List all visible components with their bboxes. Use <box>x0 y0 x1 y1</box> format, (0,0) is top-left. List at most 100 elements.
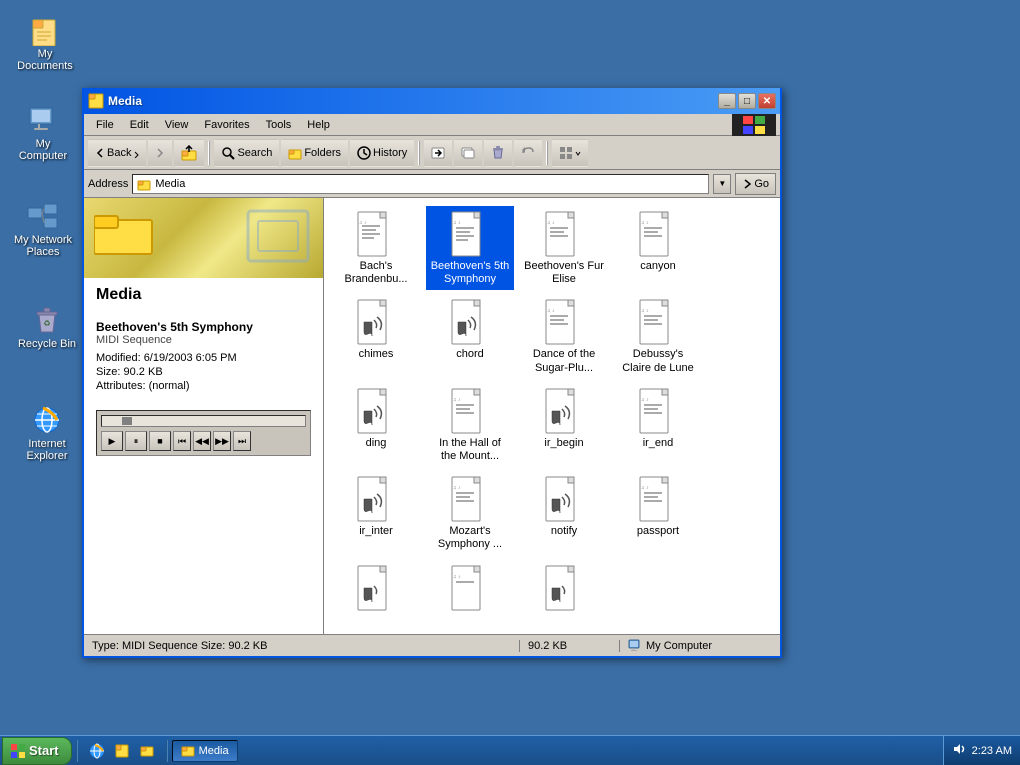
quick-launch-3[interactable] <box>136 740 158 762</box>
file-icon: ♫ ♪ <box>638 475 678 523</box>
skip-forward-button[interactable]: ⏭ <box>233 431 251 451</box>
rewind-button[interactable]: ◀◀ <box>193 431 211 451</box>
svg-text:♫ ♪: ♫ ♪ <box>453 574 461 580</box>
file-icon: ♫ ♪ <box>450 564 490 612</box>
svg-text:♻: ♻ <box>43 319 50 328</box>
forward-button[interactable] <box>148 139 172 167</box>
media-taskbar-icon <box>181 744 195 758</box>
file-item[interactable]: ♫ ♪ canyon <box>614 206 702 290</box>
file-item[interactable]: ir_begin <box>520 383 608 467</box>
menu-tools[interactable]: Tools <box>258 117 300 133</box>
file-item[interactable]: ♫ ♪ Beethoven's 5th Symphony <box>426 206 514 290</box>
up-button[interactable] <box>174 139 204 167</box>
selected-file-type: MIDI Sequence <box>96 334 311 346</box>
file-item[interactable]: ♫ ♪ Mozart's Symphony ... <box>426 471 514 555</box>
file-item[interactable]: ♫ ♪ Beethoven's Fur Elise <box>520 206 608 290</box>
menu-file[interactable]: File <box>88 117 122 133</box>
pause-button[interactable]: ⏸ <box>125 431 147 451</box>
media-progress[interactable] <box>101 415 306 427</box>
undo-button[interactable] <box>514 139 542 167</box>
window-controls: _ □ ✕ <box>718 93 776 109</box>
file-item[interactable]: ir_inter <box>332 471 420 555</box>
file-icon <box>356 387 396 435</box>
copy-to-button[interactable] <box>454 139 482 167</box>
close-button[interactable]: ✕ <box>758 93 776 109</box>
address-input[interactable]: Media <box>132 174 709 194</box>
svg-text:♫ ♪: ♫ ♪ <box>453 397 461 403</box>
fast-forward-button[interactable]: ▶▶ <box>213 431 231 451</box>
stop-button[interactable]: ■ <box>149 431 171 451</box>
file-item[interactable]: chord <box>426 294 514 378</box>
file-item[interactable]: notify <box>520 471 608 555</box>
file-item[interactable]: ♫ ♪ ir_end <box>614 383 702 467</box>
svg-text:♫ ♪: ♫ ♪ <box>547 308 555 314</box>
selected-file-modified: Modified: 6/19/2003 6:05 PM <box>96 352 311 364</box>
quick-launch <box>82 740 162 762</box>
desktop-icon-my-documents[interactable]: My Documents <box>10 10 80 76</box>
folders-button[interactable]: Folders <box>281 139 348 167</box>
desktop-icon-network-places[interactable]: My Network Places <box>8 196 78 262</box>
delete-button[interactable] <box>484 139 512 167</box>
file-item[interactable]: ♫ ♪ Debussy's Claire de Lune <box>614 294 702 378</box>
go-button[interactable]: Go <box>735 173 776 195</box>
file-name: canyon <box>640 260 675 273</box>
file-item[interactable]: ♫ ♪ In the Hall of the Mount... <box>426 383 514 467</box>
selected-file-size: Size: 90.2 KB <box>96 366 311 378</box>
menu-help[interactable]: Help <box>299 117 338 133</box>
maximize-button[interactable]: □ <box>738 93 756 109</box>
skip-back-button[interactable]: ⏮ <box>173 431 191 451</box>
status-left: Type: MIDI Sequence Size: 90.2 KB <box>84 640 520 652</box>
menu-favorites[interactable]: Favorites <box>196 117 257 133</box>
file-item[interactable]: ♫ ♪ Dance of the Sugar-Plu... <box>520 294 608 378</box>
file-icon <box>544 475 584 523</box>
file-name: Beethoven's 5th Symphony <box>430 260 510 286</box>
volume-icon[interactable] <box>952 742 966 759</box>
selected-file-name: Beethoven's 5th Symphony <box>96 320 311 334</box>
file-item[interactable] <box>332 560 420 618</box>
desktop-icon-recycle-bin[interactable]: ♻ Recycle Bin <box>12 300 82 354</box>
file-name: ir_end <box>643 437 674 450</box>
folder-title: Media <box>84 278 323 312</box>
file-icon: ♫ ♪ <box>544 210 584 258</box>
folder-header <box>84 198 323 278</box>
file-item[interactable]: chimes <box>332 294 420 378</box>
toolbar-separator-1 <box>208 141 210 165</box>
my-documents-icon <box>29 14 61 46</box>
history-button[interactable]: History <box>350 139 414 167</box>
search-button[interactable]: Search <box>214 139 279 167</box>
svg-text:♫ ♪: ♫ ♪ <box>453 220 461 226</box>
back-button[interactable]: Back <box>88 139 146 167</box>
toolbar: Back Search Folders <box>84 136 780 170</box>
file-item[interactable]: ♫ ♪ <box>426 560 514 618</box>
menu-edit[interactable]: Edit <box>122 117 157 133</box>
status-bar: Type: MIDI Sequence Size: 90.2 KB 90.2 K… <box>84 634 780 656</box>
file-icon: ♫ ♪ <box>638 387 678 435</box>
file-name: Debussy's Claire de Lune <box>618 348 698 374</box>
minimize-button[interactable]: _ <box>718 93 736 109</box>
file-icon: ♫ ♪ <box>450 475 490 523</box>
desktop-icon-internet-explorer[interactable]: Internet Explorer <box>12 400 82 466</box>
menu-view[interactable]: View <box>157 117 197 133</box>
file-item[interactable]: ding <box>332 383 420 467</box>
title-bar: Media _ □ ✕ <box>84 88 780 114</box>
svg-text:♫ ♪: ♫ ♪ <box>641 397 649 403</box>
media-progress-handle[interactable] <box>122 417 132 425</box>
taskbar-divider <box>76 740 78 762</box>
file-item[interactable]: ♫ ♪ passport <box>614 471 702 555</box>
media-taskbar-button[interactable]: Media <box>172 740 238 762</box>
svg-text:♫ ♪: ♫ ♪ <box>641 220 649 226</box>
play-button[interactable]: ▶ <box>101 431 123 451</box>
address-dropdown[interactable]: ▼ <box>713 174 731 194</box>
quick-launch-2[interactable] <box>111 740 133 762</box>
desktop-icon-my-computer[interactable]: My Computer <box>8 100 78 166</box>
left-panel: Media Beethoven's 5th Symphony MIDI Sequ… <box>84 198 324 634</box>
quick-launch-ie[interactable] <box>86 740 108 762</box>
start-button[interactable]: Start <box>2 737 72 765</box>
move-to-button[interactable] <box>424 139 452 167</box>
media-controls: ▶ ⏸ ■ ⏮ ◀◀ ▶▶ ⏭ <box>101 431 306 451</box>
file-icon: ♫ ♪ <box>638 298 678 346</box>
views-button[interactable] <box>552 139 588 167</box>
file-item[interactable] <box>520 560 608 618</box>
recycle-bin-icon: ♻ <box>31 304 63 336</box>
file-item[interactable]: ♫ ♪ Bach's Brandenbu... <box>332 206 420 290</box>
